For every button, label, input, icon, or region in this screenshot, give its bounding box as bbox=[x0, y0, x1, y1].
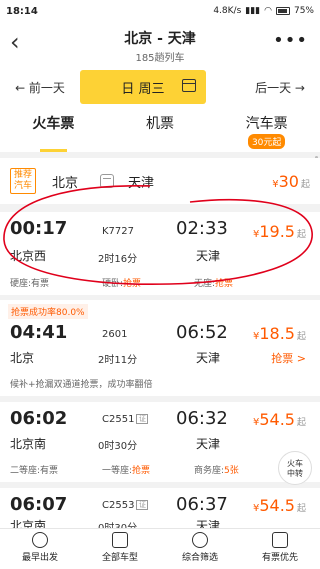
transport-tabs: 火车票 机票 汽车票 30元起 bbox=[0, 106, 320, 152]
to-station: 天津 bbox=[196, 351, 221, 365]
price: ¥54.5 起 bbox=[252, 496, 306, 515]
battery-level: 75% bbox=[293, 6, 314, 16]
top-bar: ‹ 北京 - 天津 185趟列车 ••• bbox=[0, 22, 320, 68]
ticket-icon bbox=[272, 532, 288, 548]
filter-general[interactable]: 综合筛选 bbox=[160, 529, 240, 569]
departure-time: 06:02 bbox=[10, 408, 68, 429]
from-station: 北京南 bbox=[10, 437, 47, 451]
train-number: C2551 证 bbox=[102, 414, 149, 425]
transfer-line2: 中转 bbox=[287, 469, 303, 478]
recommend-badge: 推荐汽车 bbox=[10, 168, 36, 194]
bus-price-badge: 30元起 bbox=[247, 134, 286, 149]
id-card-icon: 证 bbox=[136, 500, 149, 510]
to-station: 天津 bbox=[196, 519, 221, 528]
date-picker[interactable]: 日 周三 bbox=[80, 70, 206, 104]
filter-has-ticket[interactable]: 有票优先 bbox=[240, 529, 320, 569]
status-time: 18:14 bbox=[6, 5, 38, 17]
train-row[interactable]: 抢票成功率80.0% 04:41 2601 06:52 ¥18.5 起 北京 2时… bbox=[0, 300, 320, 396]
grab-note: 候补+抢漏双通道抢票，成功率翻倍 bbox=[10, 380, 153, 390]
filter-train-type[interactable]: 全部车型 bbox=[80, 529, 160, 569]
tab-bus-label: 汽车票 bbox=[245, 116, 288, 132]
departure-time: 00:17 bbox=[10, 218, 68, 239]
rec-price: ¥30 起 bbox=[272, 171, 310, 191]
from-station: 北京 bbox=[10, 351, 35, 365]
success-rate-tip: 抢票成功率80.0% bbox=[8, 304, 88, 319]
filter-earliest[interactable]: 最早出发 bbox=[0, 529, 80, 569]
tab-flight-label: 机票 bbox=[146, 116, 174, 132]
next-day-button[interactable]: 后一天 → bbox=[240, 79, 320, 96]
arrival-time: 06:32 bbox=[176, 408, 228, 429]
train-row[interactable]: 06:02 C2551 证 06:32 ¥54.5 起 北京南 0时30分 天津 二… bbox=[0, 402, 320, 482]
net-speed: 4.8K/s bbox=[213, 6, 242, 16]
train-row[interactable]: 06:07 C2553证 06:37 ¥54.5起 北京南 0时30分 天津 bbox=[0, 488, 320, 528]
battery-icon bbox=[275, 7, 290, 15]
duration: 0时30分 bbox=[98, 519, 137, 528]
status-bar: 18:14 4.8K/s ▮▮▮ ◠ 75% bbox=[0, 0, 320, 22]
train-number: 2601 bbox=[102, 329, 128, 340]
transfer-float-button[interactable]: 火车 中转 bbox=[278, 451, 312, 485]
grab-ticket-button[interactable]: 抢票 > bbox=[271, 350, 306, 366]
clock-icon bbox=[32, 532, 48, 548]
arrival-time: 06:37 bbox=[176, 494, 228, 515]
status-right: 4.8K/s ▮▮▮ ◠ 75% bbox=[213, 6, 314, 16]
duration: 2时11分 bbox=[98, 355, 138, 366]
train-number: K7727 bbox=[102, 226, 135, 237]
price: ¥19.5 起 bbox=[252, 222, 306, 241]
price: ¥18.5 起 bbox=[252, 324, 306, 343]
bus-icon bbox=[100, 174, 115, 188]
seat-info: 硬座:有票 硬卧:抢票 无座:抢票 bbox=[10, 279, 234, 289]
duration: 0时30分 bbox=[98, 441, 138, 452]
departure-time: 04:41 bbox=[10, 322, 68, 343]
tab-train-label: 火车票 bbox=[32, 116, 75, 132]
prev-day-button[interactable]: ← 前一天 bbox=[0, 79, 80, 96]
seat-info: 二等座:有票 一等座:抢票 商务座:5张 bbox=[10, 466, 239, 476]
arrival-time: 02:33 bbox=[176, 218, 228, 239]
more-options-icon[interactable]: ••• bbox=[273, 30, 308, 51]
to-station: 天津 bbox=[196, 437, 221, 451]
filter-icon bbox=[192, 532, 208, 548]
date-bar: ← 前一天 日 周三 后一天 → bbox=[0, 68, 320, 106]
price: ¥54.5 起 bbox=[252, 410, 306, 429]
to-station: 天津 bbox=[196, 249, 221, 263]
tab-flight[interactable]: 机票 bbox=[107, 106, 214, 152]
calendar-icon bbox=[182, 79, 196, 92]
recommend-bus-row[interactable]: 推荐汽车 北京 天津 ¥30 起 bbox=[0, 158, 320, 204]
page-title: 北京 - 天津 bbox=[124, 31, 196, 47]
duration: 2时16分 bbox=[98, 254, 138, 265]
train-icon bbox=[112, 532, 128, 548]
transfer-line1: 火车 bbox=[287, 459, 303, 468]
wifi-icon: ◠ bbox=[264, 6, 272, 16]
bottom-filter-bar: 最早出发 全部车型 综合筛选 有票优先 bbox=[0, 528, 320, 569]
tab-train[interactable]: 火车票 bbox=[0, 106, 107, 152]
page-subtitle: 185趟列车 bbox=[135, 53, 185, 64]
rec-to: 天津 bbox=[128, 175, 155, 191]
signal-icon: ▮▮▮ bbox=[245, 6, 261, 16]
from-station: 北京西 bbox=[10, 249, 47, 263]
train-number: C2553 证 bbox=[102, 500, 149, 511]
train-row[interactable]: 00:17 K7727 02:33 ¥19.5 起 北京西 2时16分 天津 硬座… bbox=[0, 212, 320, 295]
departure-time: 06:07 bbox=[10, 494, 68, 515]
arrival-time: 06:52 bbox=[176, 322, 228, 343]
current-date: 日 周三 bbox=[121, 81, 165, 97]
rec-from: 北京 bbox=[52, 175, 79, 191]
id-card-icon: 证 bbox=[136, 414, 149, 424]
from-station: 北京南 bbox=[10, 519, 47, 528]
tab-bus[interactable]: 汽车票 30元起 bbox=[213, 106, 320, 152]
